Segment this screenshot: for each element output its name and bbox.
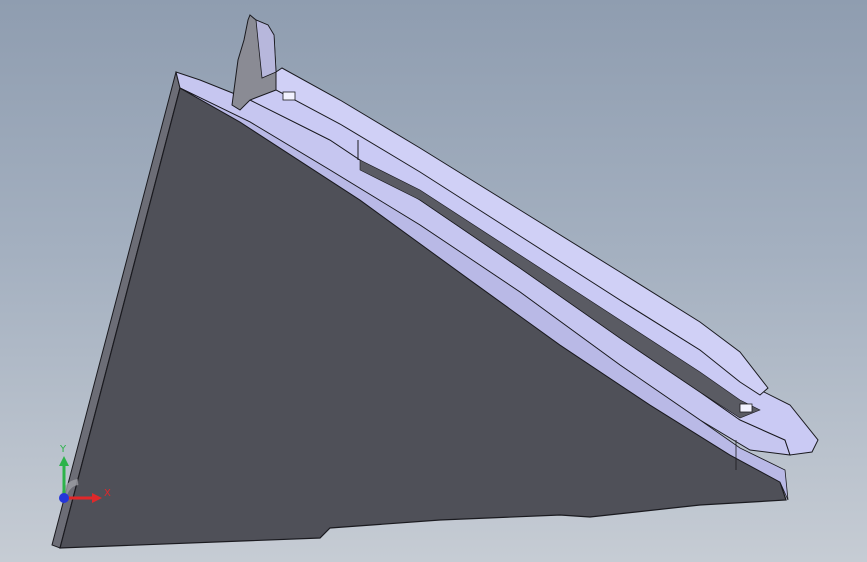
triad-y-label: Y [59, 444, 67, 455]
triad-z-axis-icon [59, 493, 69, 503]
triad-x-label: X [104, 488, 111, 499]
part-notch-upper [282, 91, 296, 101]
triad-y-arrow-icon [59, 456, 69, 466]
graphics-viewport[interactable]: Y X [0, 0, 867, 562]
part-model[interactable] [0, 0, 867, 562]
part-notch-lower [739, 403, 753, 413]
triad-x-arrow-icon [92, 493, 102, 503]
coordinate-triad: Y X [59, 444, 111, 503]
